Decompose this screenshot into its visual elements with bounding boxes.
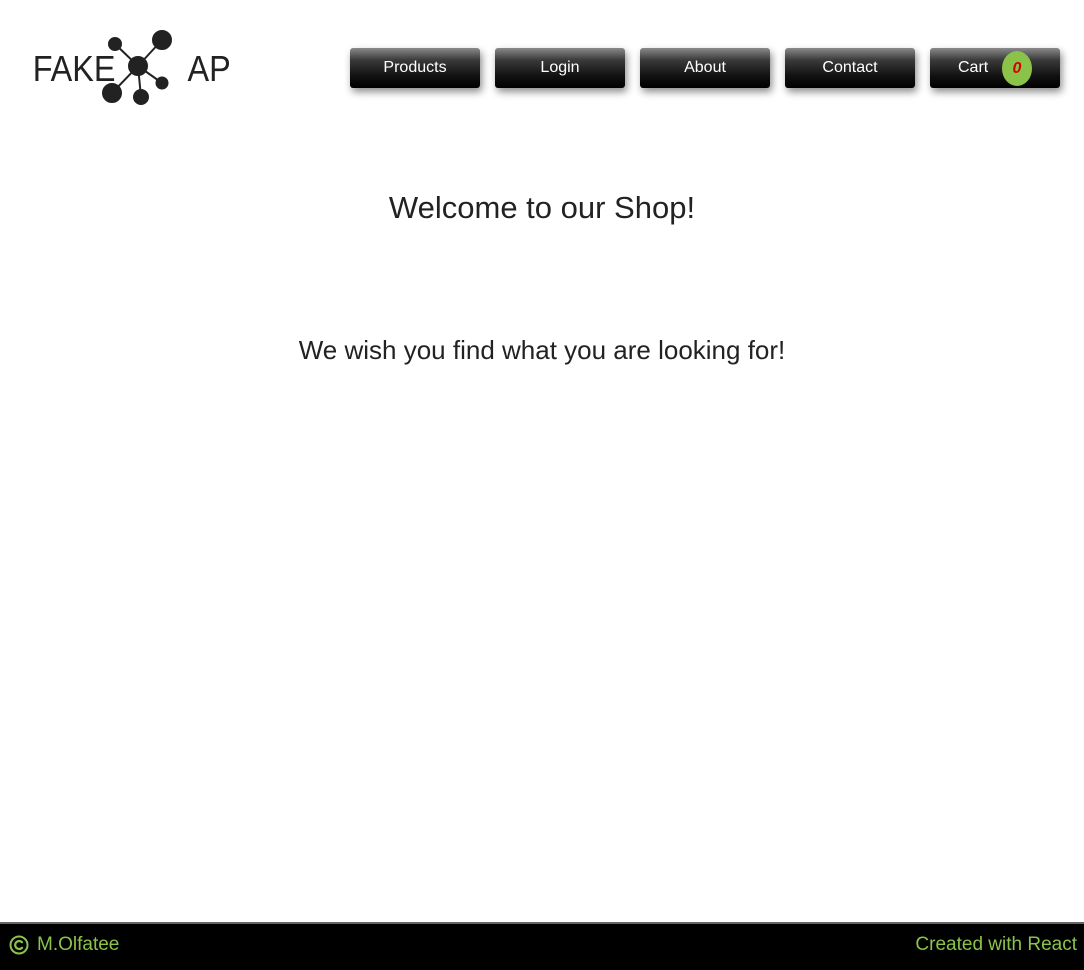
site-logo[interactable]: FAKE API xyxy=(30,28,240,108)
logo-text-fake: FAKE xyxy=(33,49,116,89)
logo-text-api: API xyxy=(188,49,230,89)
footer-credit: Created with React xyxy=(915,934,1077,955)
footer-author: M.Olfatee xyxy=(37,934,120,955)
nav-contact-button[interactable]: Contact xyxy=(785,48,915,88)
nav-login-button[interactable]: Login xyxy=(495,48,625,88)
nav-cart-button[interactable]: Cart 0 xyxy=(930,48,1060,88)
page-title: Welcome to our Shop! xyxy=(388,190,696,225)
page-subtitle: We wish you find what you are looking fo… xyxy=(298,335,786,365)
cart-label: Cart xyxy=(958,59,989,76)
page: FAKE API Products Login xyxy=(0,0,1084,970)
copyright-notice: M.Olfatee xyxy=(9,933,119,957)
copyright-icon xyxy=(9,935,29,955)
molecule-network-icon: FAKE API xyxy=(33,30,240,105)
site-header: FAKE API Products Login xyxy=(0,0,1084,130)
nav-about-button[interactable]: About xyxy=(640,48,770,88)
nav-products-button[interactable]: Products xyxy=(350,48,480,88)
cart-count-badge: 0 xyxy=(1002,51,1032,86)
site-footer: M.Olfatee Created with React xyxy=(0,922,1084,970)
